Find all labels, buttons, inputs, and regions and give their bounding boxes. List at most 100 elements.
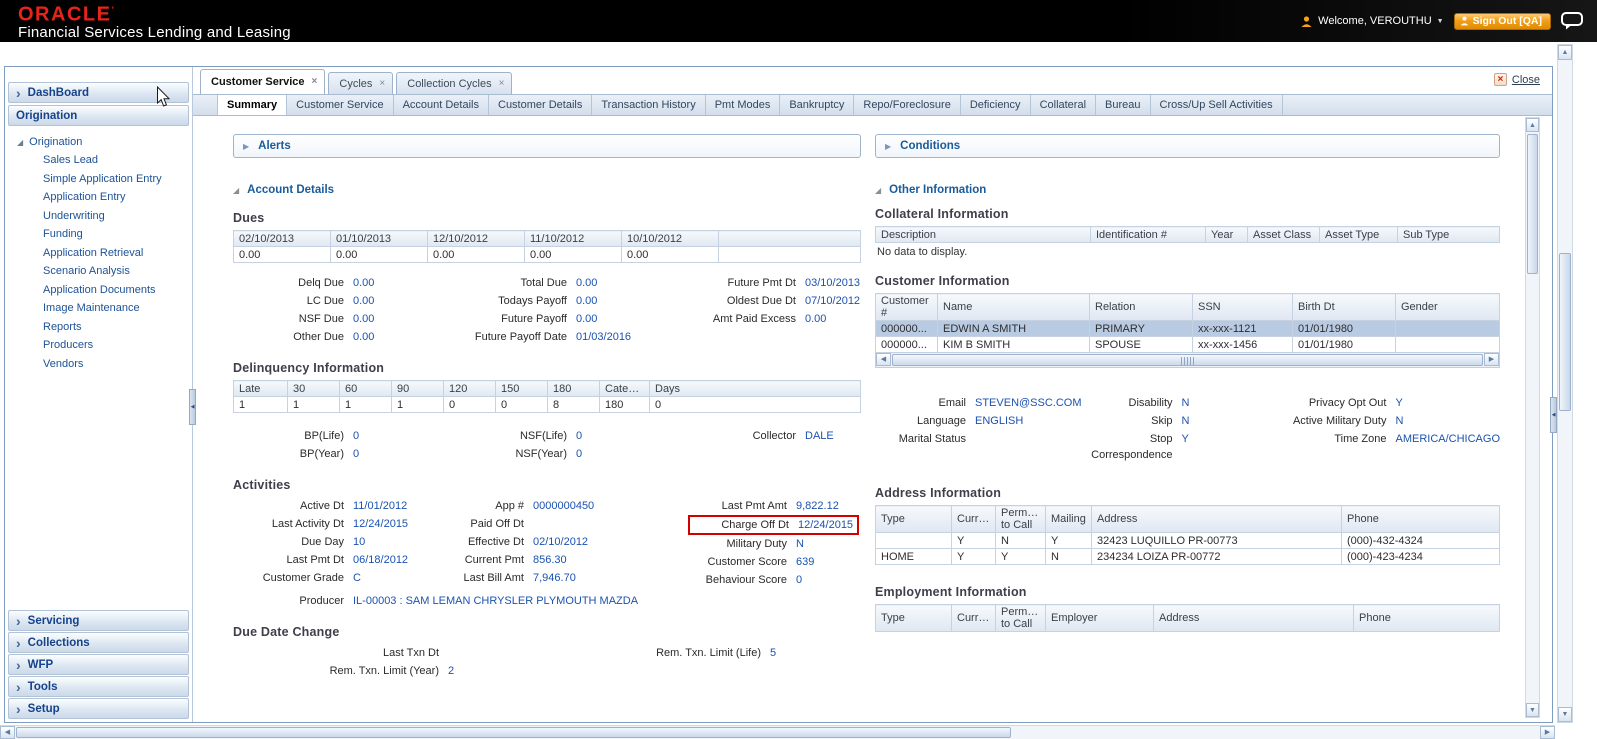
sidebar-section[interactable]: › Tools: [8, 676, 189, 697]
sign-out-button[interactable]: Sign Out [QA]: [1454, 13, 1551, 30]
window-tab[interactable]: Collection Cycles ×: [396, 72, 512, 94]
vertical-scroll-thumb[interactable]: [1559, 253, 1571, 411]
close-button[interactable]: × Close: [1494, 73, 1540, 86]
horizontal-scroll-thumb[interactable]: [16, 727, 1011, 738]
sidebar-splitter-handle[interactable]: ◀: [189, 389, 196, 425]
scroll-up-icon[interactable]: ▲: [1558, 45, 1572, 60]
sub-tab[interactable]: Deficiency: [961, 95, 1031, 115]
scroll-down-icon[interactable]: ▼: [1558, 707, 1572, 722]
sidebar-tree-item[interactable]: Producers: [17, 336, 188, 355]
field-row: Todays Payoff0.00: [438, 292, 683, 310]
sidebar-dashboard-label: DashBoard: [28, 87, 89, 99]
chat-bubble-icon[interactable]: [1561, 12, 1583, 30]
alerts-panel-header[interactable]: ▶ Alerts: [233, 134, 861, 158]
sidebar-item-dashboard[interactable]: › DashBoard: [8, 82, 189, 103]
field-label: Behaviour Score: [688, 572, 796, 588]
vertical-scroll-thumb[interactable]: [1527, 134, 1538, 274]
tab-close-icon[interactable]: ×: [379, 79, 385, 89]
field-value: 0.00: [353, 293, 374, 309]
sub-tab[interactable]: Transaction History: [592, 95, 705, 115]
delinquency-column-header: Days: [650, 381, 861, 397]
sub-tab[interactable]: Account Details: [394, 95, 489, 115]
sidebar-item-origination[interactable]: Origination: [8, 105, 189, 126]
window-tab[interactable]: Cycles ×: [328, 72, 393, 94]
sidebar-tree-item[interactable]: Funding: [17, 225, 188, 244]
delinquency-value-row[interactable]: 1 1 1 1 0 0 8 180 0: [234, 397, 861, 413]
field-label: Last Pmt Dt: [233, 552, 353, 568]
field-label: App #: [438, 498, 533, 514]
user-menu[interactable]: Welcome, VEROUTHU ▼: [1300, 15, 1443, 28]
content-vertical-scrollbar[interactable]: ▲ ▼: [1525, 117, 1540, 718]
origination-tree: ◢ Origination Sales LeadSimple Applicati…: [5, 127, 192, 609]
scroll-up-icon[interactable]: ▲: [1526, 118, 1539, 132]
sidebar-tree-item[interactable]: Application Entry: [17, 188, 188, 207]
sub-tab[interactable]: Bankruptcy: [780, 95, 854, 115]
customer-column-header: Gender: [1396, 294, 1500, 321]
customer-header-row: Customer # Name Relation SSN Birth Dt Ge…: [876, 294, 1500, 321]
sidebar-section[interactable]: › Setup: [8, 698, 189, 719]
scroll-down-icon[interactable]: ▼: [1526, 703, 1539, 717]
sub-tab[interactable]: Pmt Modes: [706, 95, 781, 115]
sidebar-section[interactable]: › WFP: [8, 654, 189, 675]
page-horizontal-scrollbar[interactable]: ◀ ▶: [0, 725, 1555, 739]
sidebar-section[interactable]: › Servicing: [8, 610, 189, 631]
scroll-right-icon[interactable]: ▶: [1484, 353, 1499, 366]
field-label: Collector: [683, 428, 805, 444]
collateral-table: Description Identification # Year Asset …: [875, 226, 1500, 243]
sub-tab[interactable]: Cross/Up Sell Activities: [1151, 95, 1283, 115]
sub-tab[interactable]: Repo/Foreclosure: [854, 95, 960, 115]
address-row[interactable]: Y N Y 32423 LUQUILLO PR-00773 (000)-432-…: [876, 533, 1500, 549]
field-value: 0: [796, 572, 802, 588]
other-information-panel-header[interactable]: ◢ Other Information: [875, 184, 1500, 196]
field-label: Future Payoff Date: [438, 329, 576, 345]
customer-row[interactable]: 000000... EDWIN A SMITH PRIMARY xx-xxx-1…: [876, 321, 1500, 337]
sidebar-tree-item[interactable]: Sales Lead: [17, 151, 188, 170]
customer-cell-birthdt: 01/01/1980: [1293, 321, 1396, 337]
sub-tab[interactable]: Bureau: [1096, 95, 1150, 115]
customer-cell-relation: PRIMARY: [1090, 321, 1193, 337]
scroll-left-icon[interactable]: ◀: [0, 726, 15, 739]
dues-column-header: 10/10/2012: [622, 231, 719, 247]
field-label: Future Payoff: [438, 311, 576, 327]
sub-tab[interactable]: Customer Service: [287, 95, 393, 115]
window-tab[interactable]: Customer Service ×: [200, 69, 325, 94]
account-details-panel-header[interactable]: ◢ Account Details: [233, 184, 861, 196]
field-label: Last Activity Dt: [233, 516, 353, 532]
window-tab-list: Customer Service × Cycles × Collection C…: [200, 69, 515, 94]
sub-tab-label: Summary: [227, 99, 277, 111]
scroll-left-icon[interactable]: ◀: [876, 353, 891, 366]
sidebar-tree-item[interactable]: Application Retrieval: [17, 244, 188, 263]
sidebar-tree-item[interactable]: Underwriting: [17, 207, 188, 226]
sidebar-section[interactable]: › Collections: [8, 632, 189, 653]
field-value: Y: [1182, 431, 1189, 447]
tree-root-origination[interactable]: ◢ Origination: [17, 136, 188, 148]
chevron-right-icon: ›: [16, 660, 21, 670]
sidebar-tree-item[interactable]: Reports: [17, 318, 188, 337]
customer-row[interactable]: 000000... KIM B SMITH SPOUSE xx-xxx-1456…: [876, 337, 1500, 353]
sub-tab[interactable]: Customer Details: [489, 95, 592, 115]
page-vertical-scrollbar[interactable]: ▲ ▼: [1557, 44, 1573, 723]
tab-close-icon[interactable]: ×: [499, 79, 505, 89]
sub-tab-label: Bankruptcy: [789, 99, 844, 111]
sidebar-tree-item[interactable]: Simple Application Entry: [17, 170, 188, 189]
horizontal-scroll-thumb[interactable]: [892, 354, 1483, 366]
employment-column-header: Type: [876, 605, 952, 632]
user-icon: [1300, 15, 1313, 28]
summary-content: ▶ Alerts ◢ Account Details Dues 02/10/20…: [193, 116, 1552, 722]
sidebar-tree-item[interactable]: Application Documents: [17, 281, 188, 300]
dues-column-header: 11/10/2012: [525, 231, 622, 247]
conditions-panel-header[interactable]: ▶ Conditions: [875, 134, 1500, 158]
address-row[interactable]: HOME Y Y N 234234 LOIZA PR-00772 (000)-4…: [876, 549, 1500, 565]
sub-tab[interactable]: Collateral: [1031, 95, 1096, 115]
panel-splitter-handle[interactable]: ◀: [1550, 397, 1557, 433]
sidebar-tree-item[interactable]: Image Maintenance: [17, 299, 188, 318]
field-value: 03/10/2013: [805, 275, 860, 291]
sidebar-tree-item[interactable]: Scenario Analysis: [17, 262, 188, 281]
sidebar-tree-item[interactable]: Vendors: [17, 355, 188, 374]
customer-table-hscrollbar[interactable]: ◀ ▶: [875, 353, 1500, 368]
field-value: 02/10/2012: [533, 534, 588, 550]
sub-tab[interactable]: Summary: [217, 95, 287, 115]
dues-value-row[interactable]: 0.00 0.00 0.00 0.00 0.00: [234, 247, 861, 263]
tab-close-icon[interactable]: ×: [312, 77, 318, 87]
scroll-right-icon[interactable]: ▶: [1540, 726, 1555, 739]
